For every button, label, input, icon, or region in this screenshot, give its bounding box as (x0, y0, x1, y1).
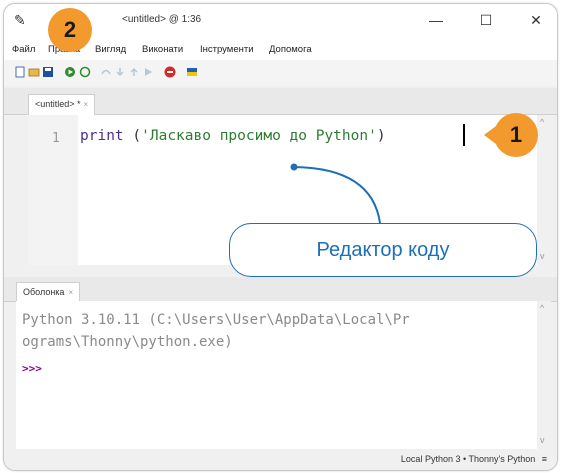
editor-callout: Редактор коду (229, 223, 537, 277)
callout-label: Редактор коду (316, 239, 450, 261)
step-badge-2: 2 (48, 8, 92, 52)
step-badge-1: 1 (494, 113, 538, 157)
